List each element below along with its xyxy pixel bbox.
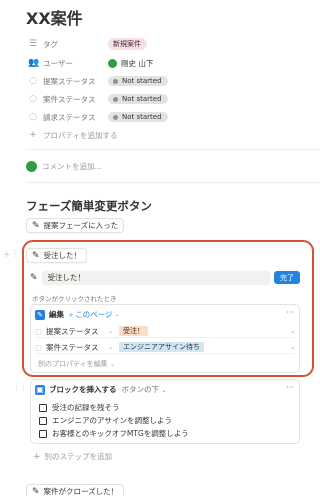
chevron-down-icon: ⌄ [289, 327, 295, 335]
button-name-input[interactable]: 受注した！ [41, 270, 270, 285]
edit-other-property-button[interactable]: 別のプロパティを編集 ⌄ [38, 359, 115, 369]
add-step-button[interactable]: + 別のステップを追加 [33, 451, 112, 462]
property-tag[interactable]: ☰ タグ [28, 36, 58, 52]
chevron-down-icon: ⌄ [107, 343, 114, 351]
status-icon: ◌ [29, 112, 37, 122]
more-icon[interactable]: ··· [286, 383, 294, 392]
inserted-block-list: 受注の記録を残そう エンジニアのアサインを調整しよう お客様とのキックオフMTG… [39, 401, 289, 440]
done-button[interactable]: 完了 [274, 271, 300, 284]
property-billing-status[interactable]: ◌ 請求ステータス [28, 109, 96, 125]
pencil-square-icon: ✎ [32, 220, 40, 231]
avatar [26, 160, 37, 172]
checkbox[interactable] [39, 403, 47, 412]
edit-icon: ✎ [35, 309, 45, 320]
status-icon: ◌ [35, 342, 42, 352]
edit-action-card: ✎ 編集 ⌕ このページ ⌄ ··· ◌ 提案ステータス ⌄ 受注！ ⌄ ◌ 案… [30, 304, 300, 373]
edit-action-header[interactable]: ✎ 編集 ⌕ このページ ⌄ [35, 308, 120, 321]
value-badge: 受注！ [119, 326, 149, 336]
list-icon: ☰ [28, 39, 38, 49]
comment-input[interactable]: コメントを追加... [26, 159, 102, 173]
pencil-square-icon: ✎ [30, 272, 38, 283]
plus-icon: + [33, 451, 41, 462]
block-drag-handle-icon[interactable]: ⋮⋮ [13, 384, 27, 392]
property-label: 請求ステータス [43, 112, 96, 122]
page-title[interactable]: XX案件 [26, 5, 83, 29]
avatar [108, 58, 117, 68]
case-closed-button[interactable]: ✎ 案件がクローズした！ [26, 484, 125, 496]
target-selector[interactable]: ⌕ このページ ⌄ [69, 309, 120, 320]
status-badge: Not started [108, 94, 168, 104]
chevron-down-icon: ⌄ [161, 387, 167, 394]
property-label: 提案ステータス [43, 76, 96, 86]
property-value-tag[interactable]: 新規案件 [108, 36, 147, 52]
property-label: タグ [43, 39, 58, 49]
proposal-phase-button[interactable]: ✎ 提案フェーズに入った [26, 218, 125, 233]
chevron-down-icon: ⌄ [289, 343, 295, 351]
property-value-case-status[interactable]: Not started [108, 91, 168, 107]
chevron-down-icon: ⌄ [114, 311, 120, 318]
todo-item[interactable]: 受注の記録を残そう [39, 401, 289, 414]
tag-badge: 新規案件 [108, 38, 147, 50]
edit-row[interactable]: ◌ 提案ステータス ⌄ 受注！ ⌄ [35, 325, 295, 338]
pencil-square-icon: ✎ [32, 486, 40, 496]
user-name: 剛史 山下 [121, 58, 154, 68]
divider [26, 149, 320, 150]
status-badge: Not started [108, 76, 168, 86]
add-property-button[interactable]: + プロパティを追加する [28, 127, 117, 143]
search-icon: ⌕ [69, 309, 74, 319]
status-icon: ◌ [29, 76, 37, 86]
section-heading[interactable]: フェーズ簡単変更ボタン [26, 198, 152, 214]
edit-row[interactable]: ◌ 案件ステータス ⌄ エンジニアアサイン待ち ⌄ [35, 341, 295, 354]
position-selector[interactable]: ボタンの下 ⌄ [122, 384, 167, 395]
property-value-proposal-status[interactable]: Not started [108, 73, 168, 89]
property-case-status[interactable]: ◌ 案件ステータス [28, 91, 96, 107]
property-label: ユーザー [43, 58, 73, 68]
user-icon: 👥 [28, 58, 40, 68]
property-proposal-status[interactable]: ◌ 提案ステータス [28, 73, 96, 89]
insert-icon: ▣ [35, 384, 45, 395]
value-badge: エンジニアアサイン待ち [119, 342, 205, 352]
status-icon: ◌ [29, 94, 37, 104]
property-user[interactable]: 👥 ユーザー [28, 55, 73, 71]
checkbox[interactable] [39, 416, 47, 425]
property-value-billing-status[interactable]: Not started [108, 109, 168, 125]
button-name-row: ✎ 受注した！ 完了 [30, 270, 300, 285]
more-icon[interactable]: ··· [286, 308, 294, 317]
chevron-down-icon: ⌄ [107, 327, 114, 335]
divider [26, 182, 320, 183]
property-label: 案件ステータス [43, 94, 96, 104]
property-value-user[interactable]: 剛史 山下 [108, 55, 153, 71]
plus-icon: + [29, 130, 37, 140]
insert-block-card: ▣ ブロックを挿入する ボタンの下 ⌄ ··· ⋮⋮ 受注の記録を残そう エンジ… [13, 379, 300, 444]
insert-block-header[interactable]: ▣ ブロックを挿入する ボタンの下 ⌄ [35, 383, 166, 396]
chevron-down-icon: ⌄ [109, 361, 115, 368]
status-badge: Not started [108, 112, 168, 122]
checkbox[interactable] [39, 429, 47, 438]
block-add-handle[interactable]: + [3, 250, 11, 260]
status-icon: ◌ [35, 326, 42, 336]
todo-item[interactable]: エンジニアのアサインを調整しよう [39, 414, 289, 427]
todo-item[interactable]: お客様とのキックオフMTGを調整しよう [39, 427, 289, 440]
trigger-label: ボタンがクリックされたとき [32, 295, 117, 303]
